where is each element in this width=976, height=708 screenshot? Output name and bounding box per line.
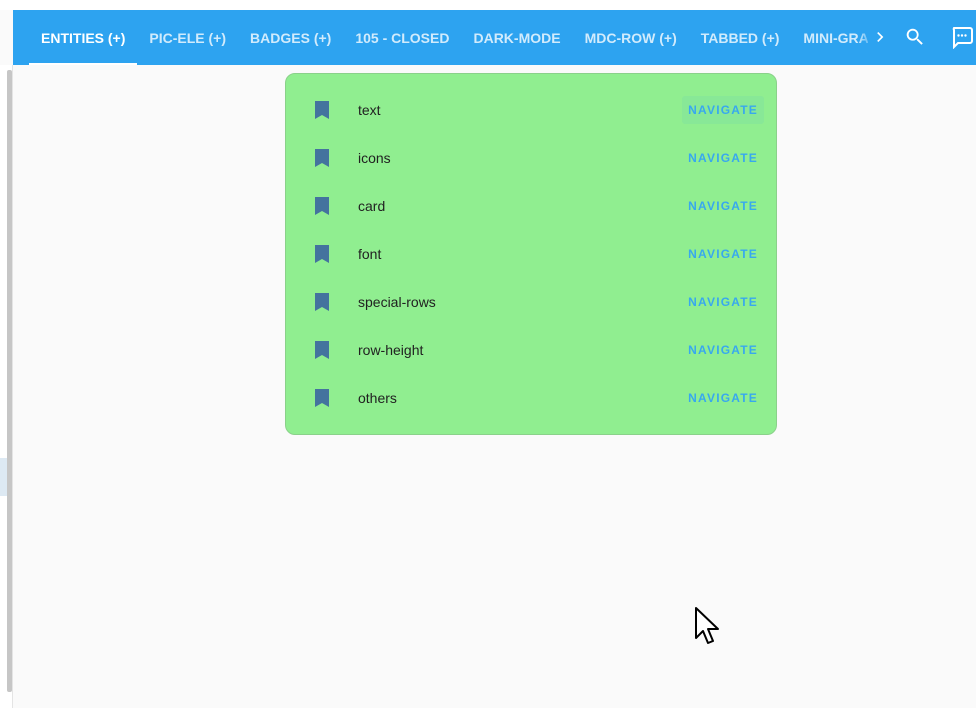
list-item: icons NAVIGATE <box>286 134 776 182</box>
row-label: card <box>358 198 386 214</box>
app-header: ENTITIES (+) PIC-ELE (+) BADGES (+) 105 … <box>13 10 976 65</box>
navigate-button[interactable]: NAVIGATE <box>682 288 764 316</box>
bookmark-icon <box>315 197 329 215</box>
tab-label: PIC-ELE (+) <box>149 29 227 46</box>
chevron-right-icon <box>877 32 884 42</box>
chat-icon <box>952 27 973 49</box>
row-label: others <box>358 390 397 406</box>
row-label: text <box>358 102 381 118</box>
tab-105-closed[interactable]: 105 - CLOSED <box>343 10 461 65</box>
top-strip <box>0 0 976 10</box>
tab-mdc-row[interactable]: MDC-ROW (+) <box>573 10 689 65</box>
view-tabs: ENTITIES (+) PIC-ELE (+) BADGES (+) 105 … <box>29 10 900 65</box>
navigate-button[interactable]: NAVIGATE <box>682 384 764 412</box>
mouse-cursor-icon <box>695 607 719 644</box>
tab-label: DARK-MODE <box>473 29 561 46</box>
bookmark-icon <box>315 389 329 407</box>
list-item: others NAVIGATE <box>286 374 776 422</box>
tab-label: ENTITIES (+) <box>41 29 126 46</box>
list-item: card NAVIGATE <box>286 182 776 230</box>
search-icon <box>906 28 923 45</box>
navigate-button[interactable]: NAVIGATE <box>682 96 764 124</box>
navigation-card: text NAVIGATE icons NAVIGATE card NAVIGA… <box>285 73 777 435</box>
tab-pic-ele[interactable]: PIC-ELE (+) <box>137 10 238 65</box>
tab-tabbed[interactable]: TABBED (+) <box>689 10 792 65</box>
navigate-button[interactable]: NAVIGATE <box>682 144 764 172</box>
tabs-scroll-right-button[interactable] <box>868 25 892 49</box>
sidebar-edge <box>0 458 7 496</box>
bookmark-icon <box>315 101 329 119</box>
tab-label: MDC-ROW (+) <box>584 29 677 46</box>
row-label: icons <box>358 150 391 166</box>
sidebar-scrollbar-thumb[interactable] <box>7 70 12 692</box>
list-item: special-rows NAVIGATE <box>286 278 776 326</box>
tab-label: TABBED (+) <box>700 29 780 46</box>
tab-entities[interactable]: ENTITIES (+) <box>29 10 138 65</box>
row-label: row-height <box>358 342 424 358</box>
bookmark-icon <box>315 293 329 311</box>
tab-dark-mode[interactable]: DARK-MODE <box>461 10 572 65</box>
list-item: row-height NAVIGATE <box>286 326 776 374</box>
row-label: special-rows <box>358 294 436 310</box>
row-label: font <box>358 246 382 262</box>
navigate-button[interactable]: NAVIGATE <box>682 192 764 220</box>
assistant-button[interactable] <box>949 24 975 50</box>
navigate-button[interactable]: NAVIGATE <box>682 240 764 268</box>
bookmark-icon <box>315 341 329 359</box>
navigate-button[interactable]: NAVIGATE <box>682 336 764 364</box>
list-item: font NAVIGATE <box>286 230 776 278</box>
search-button[interactable] <box>902 24 928 50</box>
bookmark-icon <box>315 149 329 167</box>
list-item: text NAVIGATE <box>286 86 776 134</box>
bookmark-icon <box>315 245 329 263</box>
tab-label: BADGES (+) <box>250 29 332 46</box>
tab-badges[interactable]: BADGES (+) <box>238 10 343 65</box>
tab-label: 105 - CLOSED <box>355 29 450 46</box>
